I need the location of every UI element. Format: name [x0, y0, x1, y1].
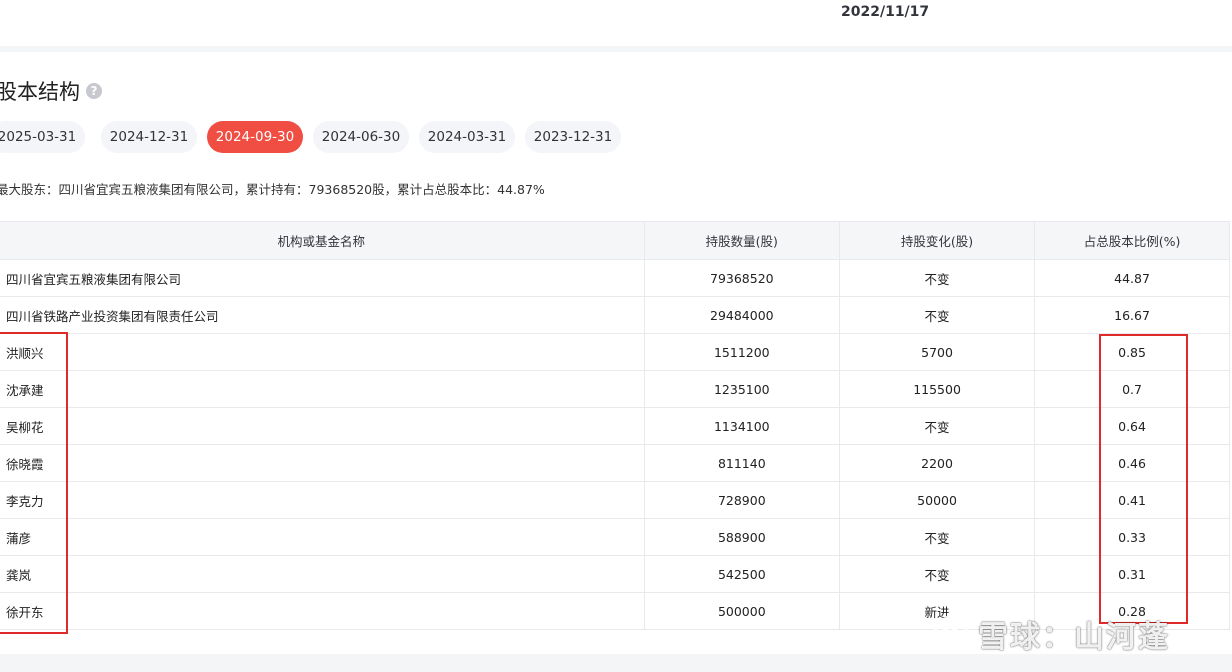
holder-change: 5700	[839, 333, 1036, 371]
holder-ratio: 0.85	[1034, 333, 1230, 371]
holder-ratio: 0.7	[1034, 370, 1230, 408]
holder-ratio: 0.41	[1034, 481, 1230, 519]
column-header-change: 持股变化(股)	[839, 221, 1036, 260]
tab-2024-06-30[interactable]: 2024-06-30	[313, 121, 409, 153]
holder-change: 115500	[839, 370, 1036, 408]
holder-change: 2200	[839, 444, 1036, 482]
holder-name: 徐晓霞	[0, 444, 645, 482]
table-row: 李克力 728900 50000 0.41	[0, 481, 1230, 519]
holder-change: 50000	[839, 481, 1036, 519]
holder-shares: 1134100	[643, 407, 841, 445]
holder-shares: 728900	[643, 481, 841, 519]
holder-shares: 588900	[643, 518, 841, 556]
table-row: 四川省宜宾五粮液集团有限公司 79368520 不变 44.87	[0, 259, 1230, 297]
holder-change: 不变	[839, 555, 1036, 593]
holder-ratio: 0.46	[1034, 444, 1230, 482]
tab-2023-12-31[interactable]: 2023-12-31	[525, 121, 621, 153]
table-row: 徐晓霞 811140 2200 0.46	[0, 444, 1230, 482]
tab-2024-12-31[interactable]: 2024-12-31	[101, 121, 197, 153]
table-row: 吴柳花 1134100 不变 0.64	[0, 407, 1230, 445]
holder-change: 不变	[839, 296, 1036, 334]
column-header-shares: 持股数量(股)	[643, 221, 841, 260]
xueqiu-snowball-icon	[932, 615, 970, 653]
holder-shares: 79368520	[643, 259, 841, 297]
largest-holder-summary: 最大股东：四川省宜宾五粮液集团有限公司，累计持有：79368520股，累计占总股…	[0, 182, 545, 197]
holder-shares: 542500	[643, 555, 841, 593]
shareholders-table: 机构或基金名称 持股数量(股) 持股变化(股) 占总股本比例(%) 四川省宜宾五…	[0, 221, 1230, 630]
watermark: 雪球：山河蓬	[932, 612, 1170, 656]
column-header-ratio: 占总股本比例(%)	[1034, 221, 1230, 260]
table-row: 洪顺兴 1511200 5700 0.85	[0, 333, 1230, 371]
holder-ratio: 0.31	[1034, 555, 1230, 593]
table-header-row: 机构或基金名称 持股数量(股) 持股变化(股) 占总股本比例(%)	[0, 221, 1230, 260]
holder-change: 不变	[839, 259, 1036, 297]
holder-name: 四川省宜宾五粮液集团有限公司	[0, 259, 645, 297]
column-header-name: 机构或基金名称	[0, 221, 645, 260]
holder-name: 龚岚	[0, 555, 645, 593]
table-row: 龚岚 542500 不变 0.31	[0, 555, 1230, 593]
holder-change: 不变	[839, 518, 1036, 556]
section-divider	[0, 46, 1232, 52]
holder-name: 李克力	[0, 481, 645, 519]
watermark-text: 雪球：山河蓬	[978, 620, 1170, 655]
previous-section-strip: 2022/11/17	[0, 0, 1232, 46]
top-date: 2022/11/17	[841, 4, 930, 20]
holder-name: 洪顺兴	[0, 333, 645, 371]
holder-name: 沈承建	[0, 370, 645, 408]
table-row: 沈承建 1235100 115500 0.7	[0, 370, 1230, 408]
holder-shares: 1235100	[643, 370, 841, 408]
holder-name: 吴柳花	[0, 407, 645, 445]
holder-name: 四川省铁路产业投资集团有限责任公司	[0, 296, 645, 334]
table-row: 蒲彦 588900 不变 0.33	[0, 518, 1230, 556]
holder-name: 徐开东	[0, 592, 645, 630]
holder-ratio: 44.87	[1034, 259, 1230, 297]
table-row: 四川省铁路产业投资集团有限责任公司 29484000 不变 16.67	[0, 296, 1230, 334]
holder-shares: 811140	[643, 444, 841, 482]
help-icon[interactable]: ?	[86, 83, 102, 99]
section-title: 股本结构	[0, 80, 80, 104]
holder-ratio: 0.33	[1034, 518, 1230, 556]
holder-shares: 1511200	[643, 333, 841, 371]
holder-name: 蒲彦	[0, 518, 645, 556]
tab-2024-03-31[interactable]: 2024-03-31	[419, 121, 515, 153]
holder-ratio: 16.67	[1034, 296, 1230, 334]
holder-shares: 29484000	[643, 296, 841, 334]
section-header: 股本结构 ?	[0, 76, 102, 106]
tab-2024-09-30[interactable]: 2024-09-30	[207, 121, 303, 153]
bottom-divider	[0, 654, 1232, 672]
holder-change: 不变	[839, 407, 1036, 445]
holder-ratio: 0.64	[1034, 407, 1230, 445]
holder-shares: 500000	[643, 592, 841, 630]
tab-2025-03-31[interactable]: 2025-03-31	[0, 121, 85, 153]
